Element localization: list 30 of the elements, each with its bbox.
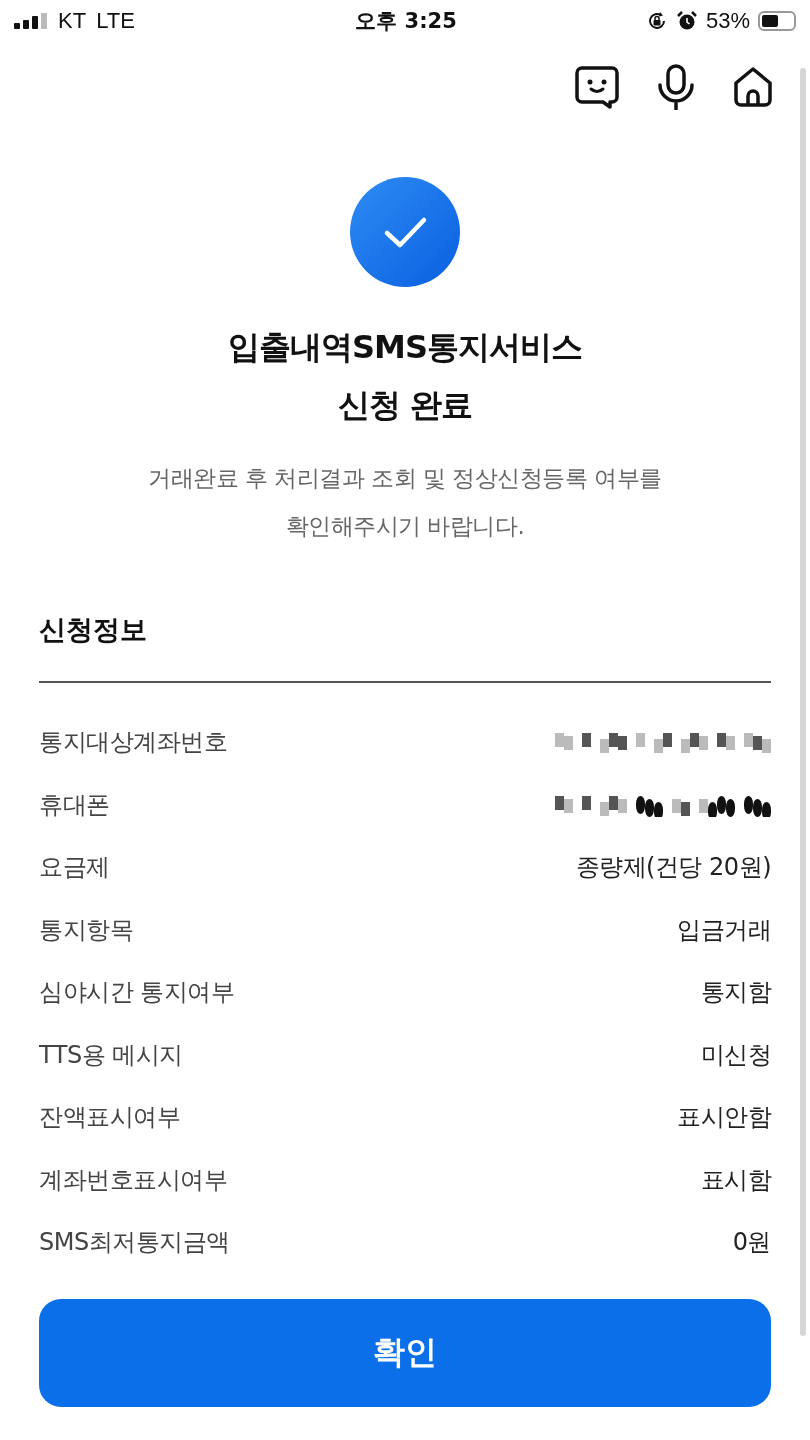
field-label: 휴대폰: [39, 789, 110, 821]
title-text: 입출내역SMS통지서비스: [228, 327, 582, 368]
field-label: TTS용 메시지: [39, 1039, 183, 1071]
field-label: 계좌번호표시여부: [39, 1164, 227, 1196]
confirm-button[interactable]: 확인: [39, 1299, 771, 1407]
network-type: LTE: [96, 8, 135, 34]
field-label: 통지대상계좌번호: [39, 727, 227, 759]
field-label: 심야시간 통지여부: [39, 977, 235, 1009]
field-value: 종량제(건당 20원): [575, 852, 771, 884]
section-heading: 신청정보: [39, 613, 148, 647]
title-text: 신청 완료: [337, 385, 473, 426]
carrier-name: KT: [58, 8, 87, 34]
microphone-icon[interactable]: [656, 64, 696, 110]
alarm-icon: [675, 10, 698, 32]
chat-bot-icon[interactable]: [574, 65, 620, 109]
field-value: 표시함: [700, 1164, 771, 1196]
field-value: 입금거래: [677, 914, 771, 946]
battery-percent: 53%: [705, 8, 750, 34]
field-value: 표시안함: [677, 1102, 771, 1134]
field-value: 0원: [732, 1227, 771, 1259]
field-label: 요금제: [39, 852, 110, 884]
field-value: 통지함: [700, 977, 771, 1009]
field-value: 미신청: [700, 1039, 771, 1071]
field-label: 잔액표시여부: [39, 1102, 180, 1134]
home-icon[interactable]: [732, 66, 774, 108]
description-text: 거래완료 후 처리결과 조회 및 정상신청등록 여부를 확인해주시기 바랍니다.: [147, 464, 663, 541]
status-time: 오후 3:25: [355, 8, 457, 35]
field-label: SMS최저통지금액: [39, 1227, 230, 1259]
signal-icon: [14, 13, 48, 29]
field-label: 통지항목: [39, 914, 133, 946]
